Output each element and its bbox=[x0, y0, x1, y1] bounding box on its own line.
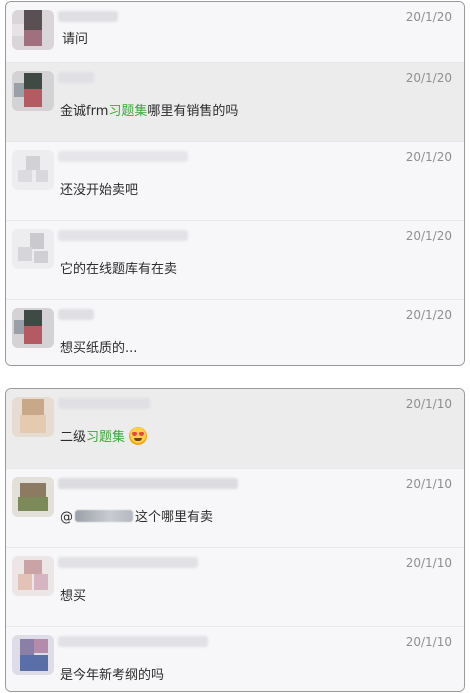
timestamp: 20/1/20 bbox=[405, 71, 452, 85]
blurred-sender-name bbox=[58, 398, 150, 409]
message-row[interactable]: 20/1/10 @ 这个哪里有卖 bbox=[6, 469, 464, 548]
blurred-sender-name bbox=[58, 72, 94, 83]
chat-history-panel-2: 20/1/10 二级习题集 20/1/10 @ 这个哪里有卖 20/1/10 想买 bbox=[5, 388, 465, 692]
timestamp: 20/1/10 bbox=[405, 556, 452, 570]
blurred-sender-name bbox=[58, 309, 94, 320]
timestamp: 20/1/20 bbox=[405, 10, 452, 24]
message-text: @ 这个哪里有卖 bbox=[60, 510, 214, 525]
avatar[interactable] bbox=[12, 556, 54, 596]
blurred-sender-name bbox=[58, 478, 238, 489]
message-text: 它的在线题库有在卖 bbox=[60, 262, 178, 277]
message-text: 还没开始卖吧 bbox=[60, 183, 139, 198]
timestamp: 20/1/10 bbox=[405, 635, 452, 649]
message-text: 是今年新考纲的吗 bbox=[60, 668, 165, 683]
message-row[interactable]: 20/1/20 金诚frm习题集哪里有销售的吗 bbox=[6, 63, 464, 142]
timestamp: 20/1/20 bbox=[405, 308, 452, 322]
avatar[interactable] bbox=[12, 477, 54, 517]
message-text: 请问 bbox=[62, 32, 89, 47]
avatar[interactable] bbox=[12, 71, 54, 111]
timestamp: 20/1/10 bbox=[405, 477, 452, 491]
message-row[interactable]: 20/1/10 想买 bbox=[6, 548, 464, 627]
message-text: 金诚frm习题集哪里有销售的吗 bbox=[60, 104, 239, 119]
message-row[interactable]: 20/1/20 还没开始卖吧 bbox=[6, 142, 464, 221]
timestamp: 20/1/10 bbox=[405, 397, 452, 411]
keyword-highlight: 习题集 bbox=[108, 104, 148, 119]
chat-history-panel-1: 20/1/20 请问 20/1/20 金诚frm习题集哪里有销售的吗 20/1/… bbox=[5, 1, 465, 366]
blurred-sender-name bbox=[58, 151, 188, 162]
message-text: 想买纸质的... bbox=[60, 341, 138, 356]
avatar[interactable] bbox=[12, 229, 54, 269]
heart-eyes-emoji-icon bbox=[129, 427, 148, 445]
blurred-sender-name bbox=[58, 557, 198, 568]
message-text: 想买 bbox=[60, 589, 87, 604]
timestamp: 20/1/20 bbox=[405, 150, 452, 164]
avatar[interactable] bbox=[12, 308, 54, 348]
message-row[interactable]: 20/1/20 请问 bbox=[6, 2, 464, 63]
avatar[interactable] bbox=[12, 150, 54, 190]
avatar[interactable] bbox=[12, 10, 54, 50]
avatar[interactable] bbox=[12, 397, 54, 437]
keyword-highlight: 习题集 bbox=[86, 430, 126, 445]
message-row[interactable]: 20/1/10 二级习题集 bbox=[6, 389, 464, 469]
message-row[interactable]: 20/1/20 想买纸质的... bbox=[6, 300, 464, 365]
blurred-sender-name bbox=[58, 636, 208, 647]
message-text: 二级习题集 bbox=[60, 426, 148, 445]
message-row[interactable]: 20/1/10 是今年新考纲的吗 bbox=[6, 627, 464, 691]
blurred-sender-name bbox=[58, 230, 188, 241]
blurred-mention[interactable] bbox=[75, 510, 133, 522]
message-row[interactable]: 20/1/20 它的在线题库有在卖 bbox=[6, 221, 464, 300]
avatar[interactable] bbox=[12, 635, 54, 675]
timestamp: 20/1/20 bbox=[405, 229, 452, 243]
blurred-sender-name bbox=[58, 11, 118, 22]
